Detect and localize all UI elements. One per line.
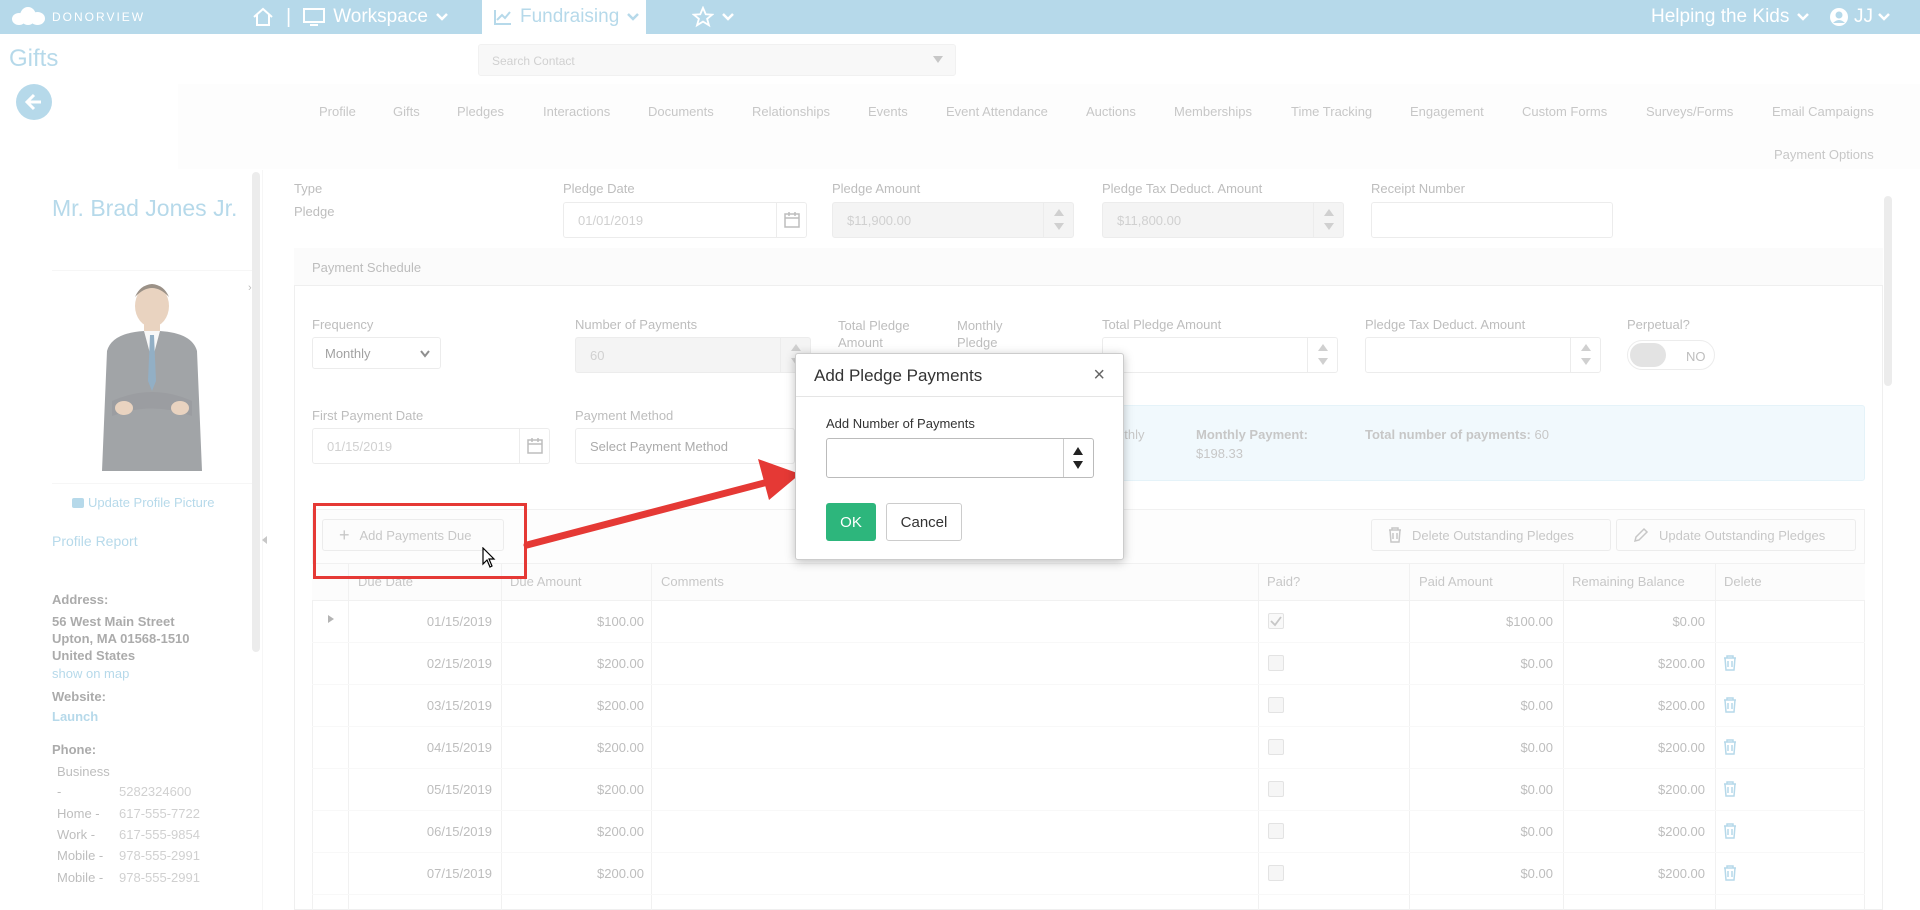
ok-button[interactable]: OK (826, 503, 876, 541)
modal-title: Add Pledge Payments (814, 366, 983, 385)
add-number-of-payments-label: Add Number of Payments (826, 416, 975, 431)
add-number-of-payments-input[interactable] (826, 438, 1094, 478)
number-spinner[interactable] (1063, 439, 1093, 477)
cancel-button[interactable]: Cancel (886, 503, 962, 541)
modal-divider (796, 396, 1123, 397)
add-pledge-payments-modal: Add Pledge Payments × Add Number of Paym… (795, 353, 1124, 560)
mouse-cursor-icon (482, 546, 496, 572)
close-icon[interactable]: × (1093, 364, 1105, 387)
